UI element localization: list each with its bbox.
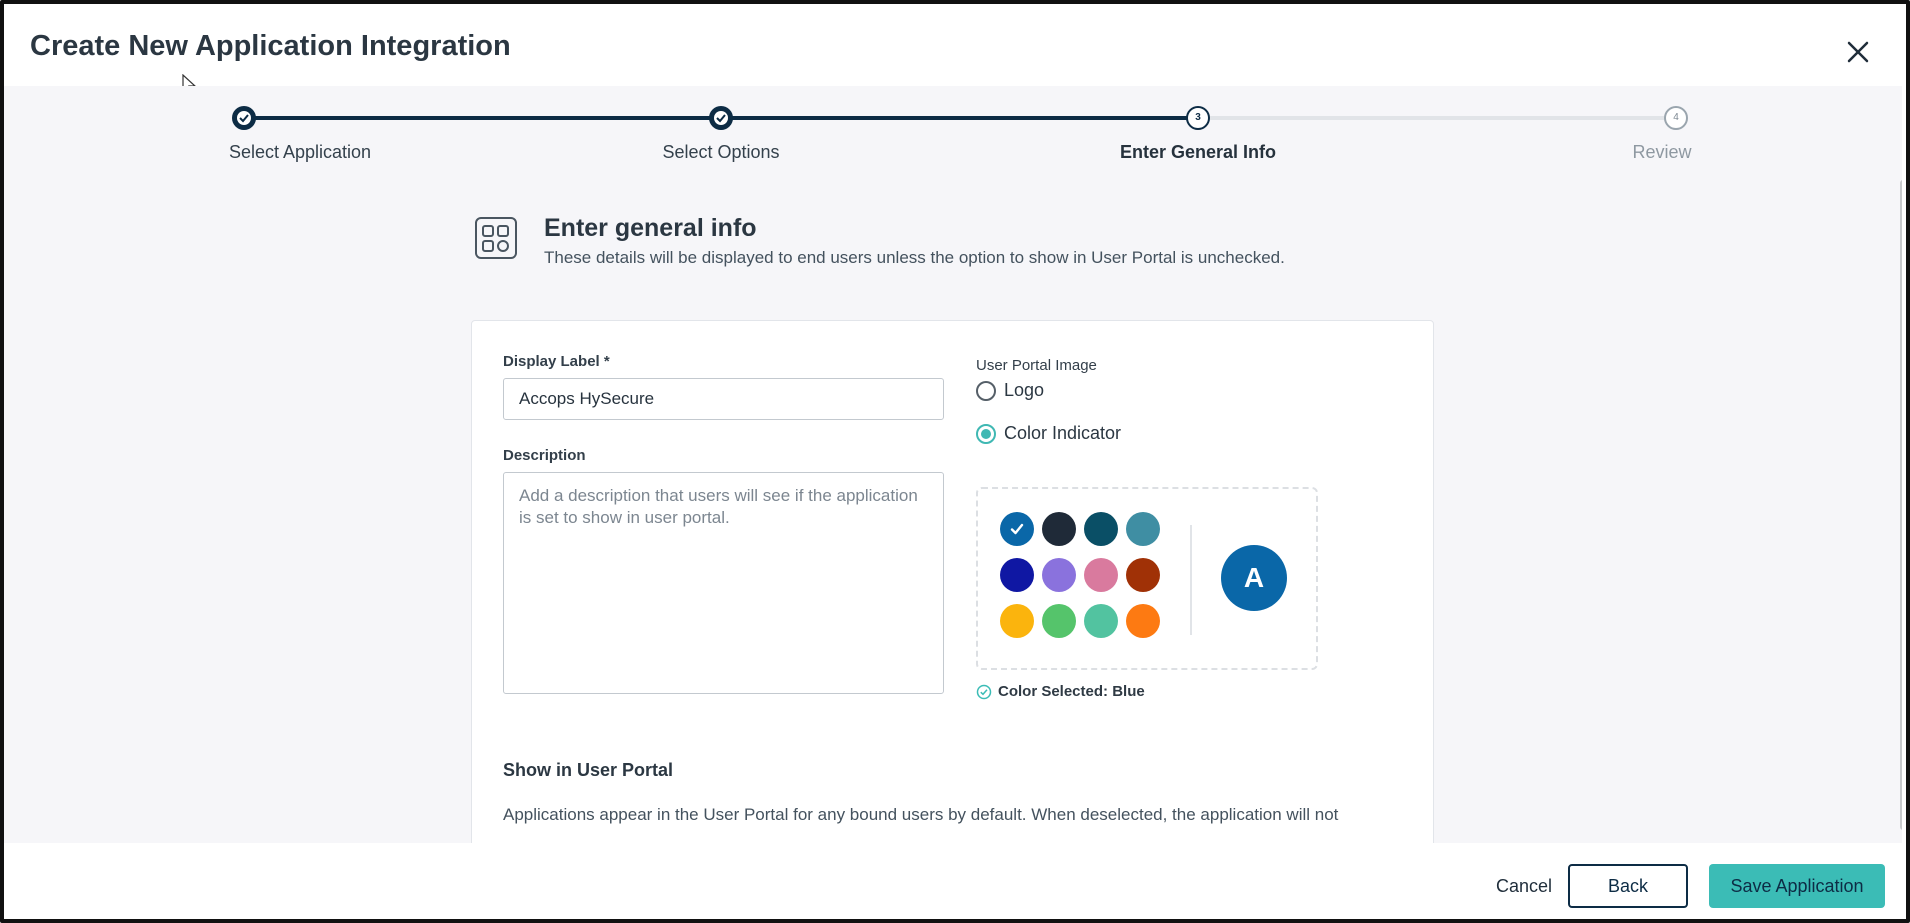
section-subtitle: These details will be displayed to end u…: [544, 248, 1285, 267]
modal-header: Create New Application Integration: [4, 4, 1906, 95]
scrollbar[interactable]: [1900, 180, 1902, 830]
step-3-label: Enter General Info: [1119, 142, 1277, 162]
apps-grid-icon: [475, 217, 517, 259]
color-swatch-indigo[interactable]: [1000, 558, 1034, 592]
check-icon: [239, 114, 249, 123]
cancel-button[interactable]: Cancel: [1484, 865, 1564, 907]
show-in-portal-description: Applications appear in the User Portal f…: [503, 805, 1339, 824]
modal-footer: Cancel Back Save Application: [4, 843, 1906, 919]
check-icon: [716, 114, 726, 123]
section-title: Enter general info: [544, 214, 757, 242]
step-4-label: Review: [1632, 142, 1692, 162]
modal-window: Create New Application Integration 3 4 S…: [0, 0, 1910, 923]
step-2-label: Select Options: [662, 142, 780, 162]
color-swatch-teal[interactable]: [1126, 512, 1160, 546]
modal-body: 3 4 Select Application Select Options En…: [4, 86, 1902, 843]
color-swatch-green[interactable]: [1042, 604, 1076, 638]
stepper-track-pending: [1198, 116, 1676, 120]
step-4-indicator: 4: [1664, 106, 1688, 130]
color-selected-status: Color Selected: Blue: [976, 683, 1145, 700]
color-indicator-radio-label: Color Indicator: [1004, 423, 1122, 443]
page-title: Create New Application Integration: [30, 30, 511, 62]
color-swatch-orange[interactable]: [1126, 604, 1160, 638]
step-3-indicator: 3: [1186, 106, 1210, 130]
color-indicator-radio-option[interactable]: Color Indicator: [976, 423, 1121, 444]
general-info-card: Display Label * Accops HySecure Descript…: [471, 320, 1434, 843]
logo-radio-label: Logo: [1004, 380, 1045, 400]
step-1-label: Select Application: [228, 142, 372, 162]
color-swatch-pink[interactable]: [1084, 558, 1118, 592]
user-portal-image-label: User Portal Image: [976, 357, 1097, 374]
save-application-button[interactable]: Save Application: [1709, 864, 1885, 908]
color-preview-avatar: A: [1221, 545, 1287, 611]
color-picker: A: [976, 487, 1318, 670]
step-1-indicator: [232, 106, 256, 130]
display-label-label: Display Label *: [503, 353, 610, 370]
logo-radio[interactable]: [976, 380, 996, 401]
color-selected-text: Color Selected: Blue: [998, 683, 1145, 700]
close-button[interactable]: [1844, 38, 1872, 66]
step-2-indicator: [709, 106, 733, 130]
close-icon: [1847, 41, 1869, 63]
check-circle-icon: [976, 684, 992, 699]
back-button[interactable]: Back: [1568, 864, 1688, 908]
color-swatch-blue[interactable]: [1000, 512, 1034, 546]
logo-radio-option[interactable]: Logo: [976, 380, 1044, 401]
show-in-portal-title: Show in User Portal: [503, 760, 674, 780]
check-icon: [1010, 523, 1024, 535]
description-label: Description: [503, 447, 586, 464]
color-swatch-sea-green[interactable]: [1084, 604, 1118, 638]
display-label-input[interactable]: Accops HySecure: [503, 378, 944, 420]
progress-stepper: 3 4 Select Application Select Options En…: [4, 86, 1902, 176]
color-picker-divider: [1190, 525, 1192, 635]
color-indicator-radio[interactable]: [976, 423, 996, 444]
color-swatch-yellow[interactable]: [1000, 604, 1034, 638]
color-swatch-dark-teal[interactable]: [1084, 512, 1118, 546]
color-swatch-dark-navy[interactable]: [1042, 512, 1076, 546]
color-swatch-rust[interactable]: [1126, 558, 1160, 592]
color-swatch-lavender[interactable]: [1042, 558, 1076, 592]
description-textarea[interactable]: Add a description that users will see if…: [503, 472, 944, 694]
